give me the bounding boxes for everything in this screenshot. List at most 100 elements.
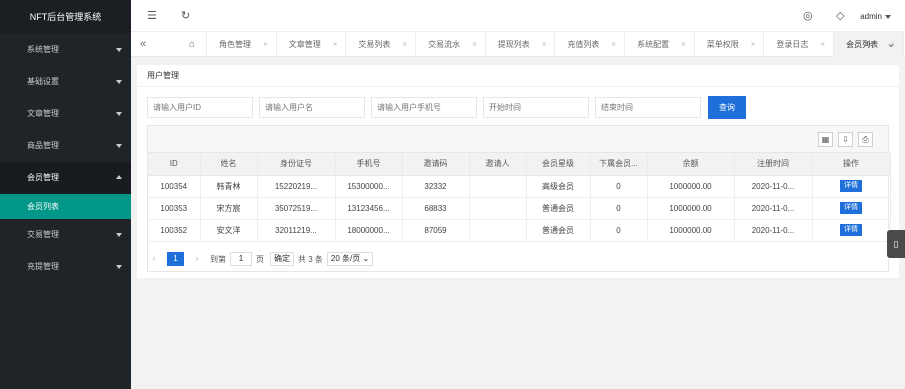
- cell-subordinates: 0: [590, 197, 648, 220]
- cell-invite-code: 87059: [402, 219, 470, 242]
- chevron-down-icon: [116, 112, 122, 116]
- table-header-row: ID 姓名 身份证号 手机号 邀请码 邀请人 会员星级 下属会员... 余额 注…: [148, 153, 891, 176]
- tab-menu-perms[interactable]: 菜单权限 ×: [695, 32, 765, 57]
- close-icon[interactable]: ×: [751, 40, 756, 49]
- cell-reg-time: 2020-11-0...: [734, 197, 813, 220]
- close-icon[interactable]: ×: [542, 40, 547, 49]
- page-current[interactable]: 1: [167, 252, 184, 266]
- col-phone[interactable]: 手机号: [335, 153, 403, 176]
- menu-fold-icon[interactable]: ☰: [147, 10, 157, 22]
- col-id-card[interactable]: 身份证号: [257, 153, 336, 176]
- cell-inviter: [469, 197, 527, 220]
- col-balance[interactable]: 余额: [647, 153, 735, 176]
- tab-flow[interactable]: 交易流水 ×: [416, 32, 486, 57]
- col-subordinates[interactable]: 下属会员...: [590, 153, 648, 176]
- tab-articles[interactable]: 文章管理 ×: [277, 32, 347, 57]
- cell-phone: 15300000...: [335, 175, 403, 198]
- tabs-next-icon[interactable]: »: [856, 32, 880, 57]
- cell-level: 普通会员: [526, 219, 591, 242]
- theme-icon[interactable]: ◎: [803, 10, 813, 22]
- close-icon[interactable]: ×: [402, 40, 407, 49]
- page-unit: 页: [256, 254, 264, 264]
- close-icon[interactable]: ×: [333, 40, 338, 49]
- card-title: 用户管理: [137, 65, 899, 87]
- tab-withdraw[interactable]: 提现列表 ×: [486, 32, 556, 57]
- user-menu[interactable]: admin: [860, 12, 891, 21]
- cell-id: 100353: [148, 197, 201, 220]
- chevron-down-icon: [116, 144, 122, 148]
- sidebar-item-basic-settings[interactable]: 基础设置: [0, 66, 131, 98]
- cell-subordinates: 0: [590, 175, 648, 198]
- cell-actions: 详情: [812, 219, 891, 242]
- cell-id-card: 15220219...: [257, 175, 336, 198]
- table-row: 100354 韩青林 15220219... 15300000... 32332…: [148, 175, 891, 198]
- cell-actions: 详情: [812, 175, 891, 198]
- app-title: NFT后台管理系统: [0, 0, 131, 34]
- next-page-icon[interactable]: ›: [190, 252, 204, 266]
- export-icon[interactable]: ⇩: [838, 132, 853, 147]
- tab-bar: « ⌂ 角色管理 × 文章管理 × 交易列表 × 交易流水 × 提现列表 × 充值列表 × …: [131, 32, 905, 57]
- print-icon[interactable]: ⎙: [858, 132, 873, 147]
- cell-balance: 1000000.00: [647, 219, 735, 242]
- tabs-prev-icon[interactable]: «: [131, 32, 155, 57]
- col-name[interactable]: 姓名: [200, 153, 258, 176]
- cell-balance: 1000000.00: [647, 197, 735, 220]
- detail-button[interactable]: 详情: [840, 202, 862, 214]
- cell-level: 普通会员: [526, 197, 591, 220]
- col-inviter[interactable]: 邀请人: [469, 153, 527, 176]
- main-content: 用户管理 查询 ▦ ⇩ ⎙ ID 姓名: [131, 57, 905, 389]
- tabs-dropdown-icon[interactable]: ⌄: [879, 32, 903, 57]
- username-input[interactable]: [259, 97, 365, 118]
- tab-recharge[interactable]: 充值列表 ×: [555, 32, 626, 57]
- page-confirm-button[interactable]: 确定: [270, 252, 294, 266]
- sidebar-item-members[interactable]: 会员管理: [0, 162, 131, 194]
- columns-icon[interactable]: ▦: [818, 132, 833, 147]
- end-time-input[interactable]: [595, 97, 701, 118]
- detail-button[interactable]: 详情: [840, 224, 862, 236]
- cell-reg-time: 2020-11-0...: [734, 219, 813, 242]
- close-icon[interactable]: ×: [611, 40, 616, 49]
- page-size-select[interactable]: 20 条/页 ⌄: [326, 252, 374, 266]
- side-drawer-handle[interactable]: ▯: [887, 230, 905, 258]
- col-reg-time[interactable]: 注册时间: [734, 153, 813, 176]
- close-icon[interactable]: ×: [263, 40, 268, 49]
- sidebar-item-system[interactable]: 系统管理: [0, 34, 131, 66]
- sidebar-item-goods[interactable]: 商品管理: [0, 130, 131, 162]
- detail-button[interactable]: 详情: [840, 180, 862, 192]
- tab-login-log[interactable]: 登录日志 ×: [764, 32, 835, 57]
- total-count: 共 3 条: [298, 254, 323, 264]
- cell-balance: 1000000.00: [647, 175, 735, 198]
- tab-trades[interactable]: 交易列表 ×: [346, 32, 417, 57]
- search-form: 查询: [147, 96, 746, 119]
- caret-down-icon: [885, 14, 891, 19]
- tab-home-icon[interactable]: ⌂: [178, 32, 208, 57]
- table-toolbar: ▦ ⇩ ⎙: [148, 126, 888, 153]
- sidebar-item-articles[interactable]: 文章管理: [0, 98, 131, 130]
- search-button[interactable]: 查询: [708, 96, 746, 119]
- tab-config[interactable]: 系统配置 ×: [625, 32, 695, 57]
- col-invite-code[interactable]: 邀请码: [402, 153, 470, 176]
- tag-icon[interactable]: ◇: [836, 10, 844, 22]
- close-icon[interactable]: ×: [820, 40, 825, 49]
- start-time-input[interactable]: [483, 97, 589, 118]
- close-icon[interactable]: ×: [681, 40, 686, 49]
- close-icon[interactable]: ×: [472, 40, 477, 49]
- phone-input[interactable]: [371, 97, 477, 118]
- prev-page-icon[interactable]: ‹: [147, 252, 161, 266]
- sidebar-item-deposits[interactable]: 充提管理: [0, 251, 131, 283]
- user-id-input[interactable]: [147, 97, 253, 118]
- refresh-icon[interactable]: ↻: [181, 10, 190, 22]
- sidebar-item-trades[interactable]: 交易管理: [0, 219, 131, 251]
- page-jump-input[interactable]: 1: [230, 252, 252, 266]
- cell-id-card: 35072519...: [257, 197, 336, 220]
- tab-roles[interactable]: 角色管理 ×: [207, 32, 277, 57]
- sidebar-subitem-member-list[interactable]: 会员列表: [0, 194, 131, 219]
- cell-id-card: 32011219...: [257, 219, 336, 242]
- cell-inviter: [469, 175, 527, 198]
- col-id[interactable]: ID: [148, 153, 201, 176]
- data-table: ID 姓名 身份证号 手机号 邀请码 邀请人 会员星级 下属会员... 余额 注…: [148, 153, 891, 242]
- chevron-down-icon: [116, 265, 122, 269]
- cell-level: 高级会员: [526, 175, 591, 198]
- cell-reg-time: 2020-11-0...: [734, 175, 813, 198]
- col-level[interactable]: 会员星级: [526, 153, 591, 176]
